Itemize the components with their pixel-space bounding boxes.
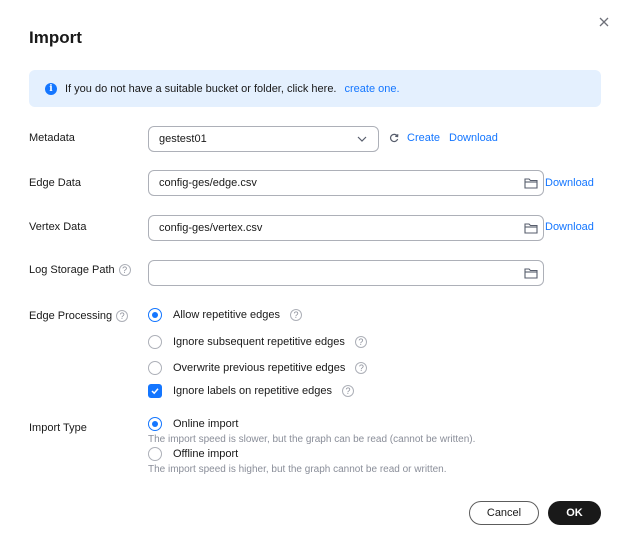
radio-offline-import[interactable]: Offline import: [148, 447, 238, 461]
check-icon: [151, 388, 159, 395]
close-icon[interactable]: [596, 14, 612, 30]
info-banner: i If you do not have a suitable bucket o…: [29, 70, 601, 107]
checkbox-ignore-labels[interactable]: Ignore labels on repetitive edges ?: [148, 384, 354, 398]
help-icon[interactable]: ?: [355, 362, 368, 374]
help-icon[interactable]: ?: [342, 385, 354, 397]
vertex-data-label: Vertex Data: [29, 221, 86, 233]
metadata-select[interactable]: gestest01: [148, 126, 379, 152]
import-dialog: Import i If you do not have a suitable b…: [0, 0, 630, 550]
folder-icon[interactable]: [524, 222, 538, 234]
import-type-label: Import Type: [29, 422, 87, 434]
radio-button-selected[interactable]: [148, 417, 162, 431]
option-label: Ignore subsequent repetitive edges: [173, 336, 345, 348]
edge-data-value: config-ges/edge.csv: [159, 177, 257, 189]
edge-data-label-text: Edge Data: [29, 177, 81, 189]
radio-button[interactable]: [148, 335, 162, 349]
option-label: Online import: [173, 418, 239, 430]
dialog-title: Import: [29, 28, 82, 47]
option-label: Allow repetitive edges: [173, 309, 281, 321]
vertex-data-download-link[interactable]: Download: [545, 221, 594, 233]
log-storage-label: Log Storage Path ?: [29, 264, 131, 276]
refresh-icon[interactable]: [389, 133, 399, 143]
ok-button[interactable]: OK: [548, 501, 601, 525]
radio-ignore-subsequent-edges[interactable]: Ignore subsequent repetitive edges ?: [148, 335, 367, 349]
radio-allow-repetitive-edges[interactable]: Allow repetitive edges ?: [148, 308, 303, 322]
help-icon[interactable]: ?: [290, 309, 303, 321]
vertex-data-label-text: Vertex Data: [29, 221, 87, 233]
help-icon[interactable]: ?: [116, 310, 129, 322]
edge-processing-label-text: Edge Processing: [29, 310, 113, 322]
vertex-data-value: config-ges/vertex.csv: [159, 222, 263, 234]
metadata-label-text: Metadata: [29, 132, 75, 144]
edge-data-label: Edge Data: [29, 177, 81, 189]
online-import-desc: The import speed is slower, but the grap…: [148, 434, 476, 445]
info-icon: i: [45, 82, 57, 95]
metadata-value: gestest01: [159, 133, 207, 145]
log-storage-input[interactable]: [148, 260, 544, 286]
create-one-link[interactable]: create one.: [345, 83, 400, 95]
cancel-button[interactable]: Cancel: [469, 501, 539, 525]
help-icon[interactable]: ?: [118, 264, 131, 276]
radio-button[interactable]: [148, 447, 162, 461]
import-type-label-text: Import Type: [29, 422, 87, 434]
chevron-down-icon: [357, 136, 367, 142]
vertex-data-input[interactable]: config-ges/vertex.csv: [148, 215, 544, 241]
option-label: Overwrite previous repetitive edges: [173, 362, 346, 374]
log-storage-label-text: Log Storage Path: [29, 264, 115, 276]
radio-button[interactable]: [148, 361, 162, 375]
banner-text: If you do not have a suitable bucket or …: [65, 82, 337, 95]
edge-data-input[interactable]: config-ges/edge.csv: [148, 170, 544, 196]
option-label: Offline import: [173, 448, 239, 460]
radio-button-selected[interactable]: [148, 308, 162, 322]
radio-overwrite-previous-edges[interactable]: Overwrite previous repetitive edges ?: [148, 361, 368, 375]
metadata-download-link[interactable]: Download: [449, 132, 498, 144]
help-icon[interactable]: ?: [354, 336, 367, 348]
checkbox-label: Ignore labels on repetitive edges: [173, 385, 332, 397]
edge-data-download-link[interactable]: Download: [545, 177, 594, 189]
checkbox-checked[interactable]: [148, 384, 162, 398]
metadata-create-link[interactable]: Create: [407, 132, 440, 144]
metadata-label: Metadata: [29, 132, 75, 144]
radio-online-import[interactable]: Online import: [148, 417, 238, 431]
folder-icon[interactable]: [524, 177, 538, 189]
offline-import-desc: The import speed is higher, but the grap…: [148, 464, 447, 475]
folder-icon[interactable]: [524, 267, 538, 279]
edge-processing-label: Edge Processing ?: [29, 310, 129, 322]
